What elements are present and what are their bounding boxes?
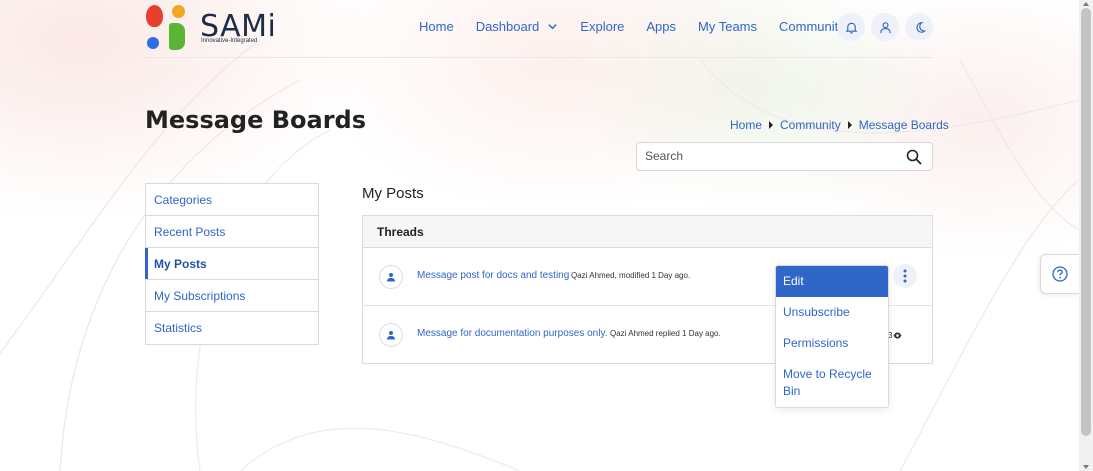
header: SAMi Innovative-Integrated Home Dashboar… bbox=[145, 0, 933, 58]
bell-icon bbox=[845, 22, 857, 33]
threads-header: Threads bbox=[363, 216, 932, 248]
menu-item-move-to-recycle-bin[interactable]: Move to Recycle Bin bbox=[776, 366, 882, 400]
chevron-down-icon bbox=[548, 24, 557, 30]
thread-title-link[interactable]: Message post for docs and testing bbox=[417, 270, 569, 281]
logo-dot-red bbox=[146, 5, 163, 27]
thread-meta: Qazi Ahmed, modified 1 Day ago. bbox=[571, 271, 691, 280]
theme-toggle-button[interactable] bbox=[905, 13, 933, 41]
menu-item-edit[interactable]: Edit bbox=[776, 266, 888, 297]
sidebar-item-my-subscriptions[interactable]: My Subscriptions bbox=[146, 280, 318, 312]
sidebar-item-statistics[interactable]: Statistics bbox=[146, 312, 318, 344]
thread-title-link[interactable]: Message for documentation purposes only. bbox=[417, 328, 607, 339]
sidebar: Categories Recent Posts My Posts My Subs… bbox=[145, 183, 319, 345]
question-circle-icon bbox=[1052, 266, 1068, 282]
logo-shape-green bbox=[169, 23, 185, 50]
nav-home[interactable]: Home bbox=[419, 19, 454, 34]
breadcrumb-home[interactable]: Home bbox=[730, 118, 762, 132]
nav-home-label: Home bbox=[419, 19, 454, 34]
scroll-up-arrow[interactable] bbox=[1083, 2, 1089, 6]
avatar bbox=[379, 265, 403, 289]
nav-explore-label: Explore bbox=[580, 19, 625, 34]
kebab-menu-icon bbox=[903, 269, 907, 283]
user-icon bbox=[387, 273, 395, 282]
breadcrumb-message-boards[interactable]: Message Boards bbox=[859, 118, 949, 132]
main-nav: Home Dashboard Explore Apps My Teams Com… bbox=[419, 19, 886, 34]
breadcrumb: Home Community Message Boards bbox=[730, 118, 949, 132]
thread-actions-button[interactable] bbox=[893, 264, 917, 288]
nav-dashboard-label: Dashboard bbox=[475, 19, 540, 34]
logo-tagline: Innovative-Integrated bbox=[201, 38, 258, 44]
search-input[interactable] bbox=[645, 149, 895, 163]
search-box bbox=[636, 142, 933, 171]
search-icon[interactable] bbox=[906, 149, 922, 165]
nav-dashboard[interactable]: Dashboard bbox=[476, 19, 559, 34]
menu-item-unsubscribe[interactable]: Unsubscribe bbox=[776, 304, 888, 321]
eye-icon bbox=[894, 332, 902, 339]
nav-explore[interactable]: Explore bbox=[580, 19, 624, 34]
thread-meta: Qazi Ahmed replied 1 Day ago. bbox=[610, 329, 721, 338]
user-icon bbox=[879, 21, 891, 33]
logo-dot-blue bbox=[147, 37, 159, 49]
help-button[interactable] bbox=[1040, 254, 1079, 294]
thread-actions-menu: Edit Unsubscribe Permissions Move to Rec… bbox=[775, 265, 889, 408]
logo[interactable]: SAMi Innovative-Integrated bbox=[145, 4, 276, 52]
sidebar-item-my-posts[interactable]: My Posts bbox=[145, 248, 318, 280]
breadcrumb-community[interactable]: Community bbox=[780, 118, 841, 132]
logo-dot-orange bbox=[172, 5, 185, 18]
user-menu-button[interactable] bbox=[871, 13, 899, 41]
nav-apps[interactable]: Apps bbox=[646, 19, 676, 34]
caret-right-icon bbox=[769, 121, 774, 129]
page-title: Message Boards bbox=[145, 106, 367, 134]
nav-apps-label: Apps bbox=[646, 19, 677, 34]
menu-item-permissions[interactable]: Permissions bbox=[776, 335, 888, 352]
view-count: 3 bbox=[888, 331, 902, 340]
moon-icon bbox=[915, 21, 926, 33]
scrollbar-thumb[interactable] bbox=[1081, 8, 1091, 436]
caret-right-icon bbox=[847, 121, 852, 129]
notifications-button[interactable] bbox=[837, 13, 865, 41]
sidebar-item-categories[interactable]: Categories bbox=[146, 184, 318, 216]
sidebar-item-recent-posts[interactable]: Recent Posts bbox=[146, 216, 318, 248]
nav-my-teams[interactable]: My Teams bbox=[698, 19, 757, 34]
vertical-scrollbar[interactable] bbox=[1079, 0, 1093, 471]
nav-community-label: Community bbox=[779, 19, 845, 34]
user-icon bbox=[387, 331, 395, 340]
section-title: My Posts bbox=[362, 185, 424, 202]
nav-my-teams-label: My Teams bbox=[698, 19, 758, 34]
scroll-down-arrow[interactable] bbox=[1083, 465, 1089, 469]
avatar bbox=[379, 323, 403, 347]
